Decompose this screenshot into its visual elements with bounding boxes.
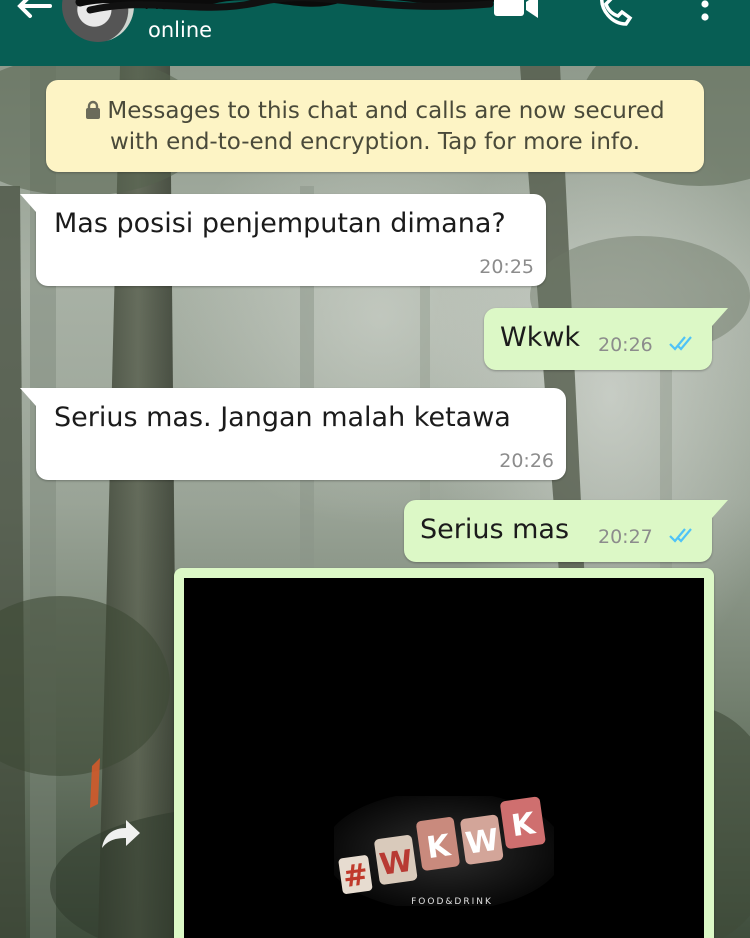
message-text: Serius mas <box>420 514 570 545</box>
voice-call-icon[interactable] <box>596 0 638 28</box>
sign-letter: # <box>341 857 371 895</box>
message-bubble-incoming[interactable]: Mas posisi penjemputan dimana? 20:25 <box>20 194 546 286</box>
message-time: 20:26 <box>598 334 653 356</box>
read-receipt-icon <box>669 336 692 351</box>
forward-icon[interactable] <box>98 816 144 852</box>
message-time: 20:25 <box>479 256 534 278</box>
message-bubble-outgoing[interactable]: Wkwk 20:26 <box>484 308 728 370</box>
message-time: 20:26 <box>499 450 554 472</box>
sign-caption: FOOD&DRINK <box>411 897 493 906</box>
chat-area[interactable]: Messages to this chat and calls are now … <box>0 66 750 938</box>
message-text: Mas posisi penjemputan dimana? <box>54 208 506 239</box>
video-call-icon[interactable] <box>492 0 540 20</box>
read-receipt-icon <box>669 528 692 543</box>
notice-line-2: with end-to-end encryption. Tap for more… <box>109 129 641 155</box>
encryption-notice[interactable]: Messages to this chat and calls are now … <box>46 80 704 172</box>
message-text: Serius mas. Jangan malah ketawa <box>54 402 511 433</box>
image-message[interactable]: # W K W K FOOD&DRINK <box>174 568 714 938</box>
sign-letter: W <box>463 822 501 861</box>
back-arrow-icon[interactable] <box>14 0 52 30</box>
lock-icon <box>86 100 101 119</box>
message-bubble-outgoing[interactable]: Serius mas 20:27 <box>404 500 728 562</box>
chat-header: Mas online <box>0 0 750 66</box>
message-bubble-incoming[interactable]: Serius mas. Jangan malah ketawa 20:26 <box>20 388 566 480</box>
overflow-menu-icon[interactable] <box>694 0 716 28</box>
wkwk-sign-image: # W K W K FOOD&DRINK <box>334 796 554 906</box>
image-preview[interactable]: # W K W K FOOD&DRINK <box>184 578 704 938</box>
message-text: Wkwk <box>500 322 581 353</box>
sign-letter: W <box>377 844 415 883</box>
redaction-scribble <box>75 0 503 14</box>
message-time: 20:27 <box>598 526 653 548</box>
notice-line-1: Messages to this chat and calls are now … <box>107 98 665 124</box>
contact-status: online <box>148 18 213 42</box>
